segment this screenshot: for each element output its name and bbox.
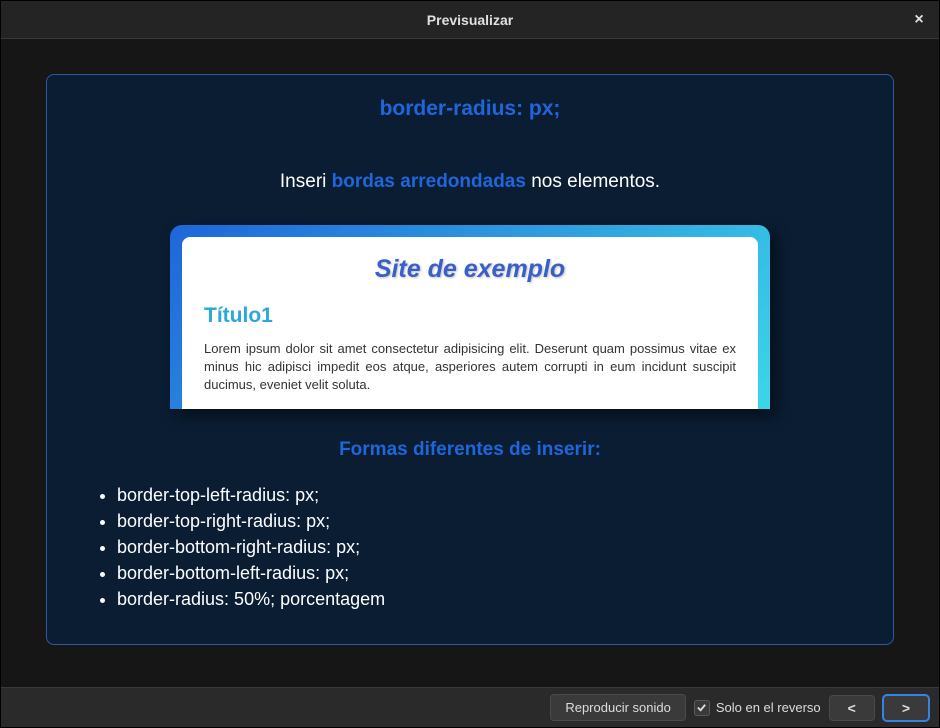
example-heading: Título1	[204, 304, 736, 328]
reverse-only-option[interactable]: Solo en el reverso	[694, 700, 821, 716]
example-outer: Site de exemplo Título1 Lorem ipsum dolo…	[170, 225, 770, 409]
subheading: Formas diferentes de inserir:	[77, 439, 863, 461]
preview-window: Previsualizar × border-radius: px; Inser…	[0, 0, 940, 728]
list-item: border-bottom-right-radius: px;	[117, 535, 863, 560]
desc-pre: Inseri	[280, 171, 332, 192]
reverse-only-checkbox[interactable]	[694, 700, 710, 716]
list-item: border-top-left-radius: px;	[117, 483, 863, 508]
desc-post: nos elementos.	[526, 171, 660, 192]
next-button[interactable]: >	[883, 695, 929, 721]
example-body: Lorem ipsum dolor sit amet consectetur a…	[204, 340, 736, 395]
play-sound-button[interactable]: Reproducir sonido	[550, 694, 686, 721]
prev-button[interactable]: <	[829, 695, 875, 721]
variants-list: border-top-left-radius: px; border-top-r…	[77, 483, 863, 613]
footer-toolbar: Reproducir sonido Solo en el reverso < >	[1, 687, 939, 727]
reverse-only-label: Solo en el reverso	[716, 700, 821, 715]
desc-highlight: bordas arredondadas	[332, 171, 526, 192]
card-title: border-radius: px;	[77, 97, 863, 121]
list-item: border-top-right-radius: px;	[117, 509, 863, 534]
check-icon	[696, 702, 707, 713]
preview-card: border-radius: px; Inseri bordas arredon…	[46, 74, 894, 645]
example-wrap: Site de exemplo Título1 Lorem ipsum dolo…	[77, 225, 863, 409]
close-button[interactable]: ×	[909, 10, 929, 30]
example-site-title: Site de exemplo	[204, 255, 736, 284]
list-item: border-bottom-left-radius: px;	[117, 561, 863, 586]
window-title: Previsualizar	[427, 12, 513, 28]
content-area: border-radius: px; Inseri bordas arredon…	[1, 39, 939, 687]
card-description: Inseri bordas arredondadas nos elementos…	[77, 171, 863, 193]
titlebar: Previsualizar ×	[1, 1, 939, 39]
list-item: border-radius: 50%; porcentagem	[117, 587, 863, 612]
example-inner: Site de exemplo Título1 Lorem ipsum dolo…	[182, 237, 758, 409]
